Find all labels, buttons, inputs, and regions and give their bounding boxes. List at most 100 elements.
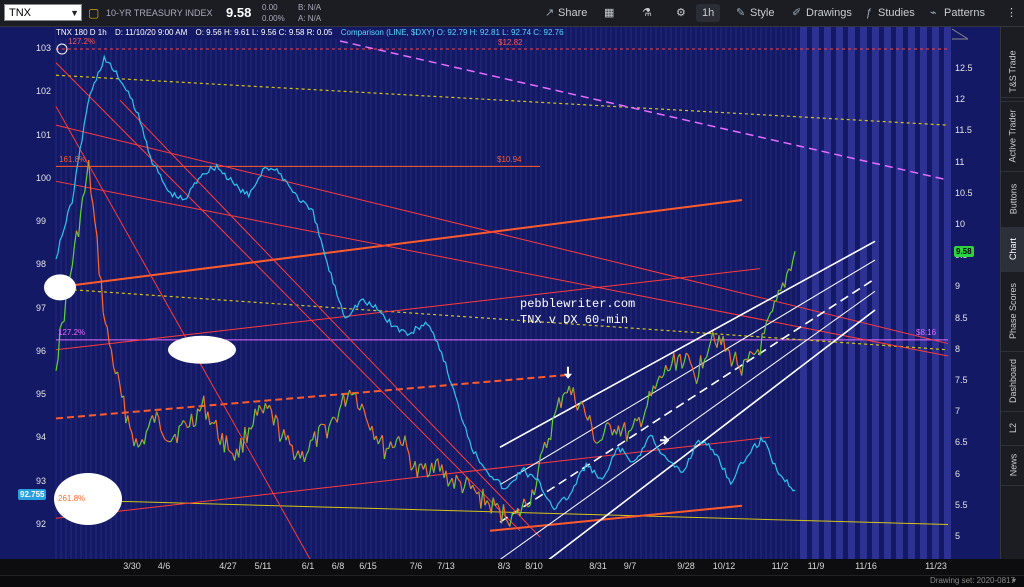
tnx-segment xyxy=(772,301,774,311)
grid-icon[interactable]: ▦ xyxy=(604,0,614,26)
style-button[interactable]: Style xyxy=(750,0,774,26)
x-tick-label: 4/27 xyxy=(219,561,237,571)
future-space-band xyxy=(884,27,891,559)
tnx-segment xyxy=(458,479,460,481)
tnx-segment xyxy=(327,427,329,439)
time-axis: 3/304/64/275/116/16/86/157/67/138/38/108… xyxy=(0,559,1000,575)
tnx-segment xyxy=(608,423,610,426)
tnx-segment xyxy=(389,442,391,449)
studies-icon[interactable]: ƒ xyxy=(866,0,872,26)
more-icon[interactable]: ⋮ xyxy=(1006,0,1017,26)
patterns-button[interactable]: Patterns xyxy=(944,0,985,26)
tnx-segment xyxy=(187,427,189,428)
tnx-segment xyxy=(159,417,161,430)
left-y-tick-label: 95 xyxy=(36,389,46,399)
x-tick-label: 4/6 xyxy=(158,561,171,571)
link-icon[interactable]: ▢ xyxy=(88,0,99,26)
right-y-tick-label: 7 xyxy=(955,406,960,416)
comparison-price-badge: 92.755 xyxy=(18,489,46,500)
tnx-segment xyxy=(79,213,81,237)
tnx-segment xyxy=(157,412,159,417)
tnx-segment xyxy=(563,393,565,396)
tab-phase-scores[interactable]: Phase Scores xyxy=(1001,271,1024,352)
x-tick-label: 8/10 xyxy=(525,561,543,571)
tnx-segment xyxy=(163,435,165,440)
future-space-band xyxy=(800,27,807,559)
tnx-segment xyxy=(643,411,645,419)
tnx-segment xyxy=(257,405,259,416)
tnx-segment xyxy=(222,433,224,452)
tnx-segment xyxy=(428,474,430,477)
drawings-button[interactable]: Drawings xyxy=(806,0,852,26)
left-y-tick-label: 100 xyxy=(36,173,51,183)
future-space-band xyxy=(812,27,819,559)
left-y-tick-label: 102 xyxy=(36,86,51,96)
tab-level-2[interactable]: L2 xyxy=(1001,411,1024,446)
tnx-segment xyxy=(298,451,300,459)
tnx-segment xyxy=(376,436,378,444)
tnx-segment xyxy=(239,438,241,457)
net-change: 0.00 xyxy=(262,2,278,13)
highlight-ellipse xyxy=(44,274,76,300)
tnx-segment xyxy=(278,419,280,441)
x-tick-label: 3/30 xyxy=(123,561,141,571)
tnx-segment xyxy=(97,237,99,275)
current-price-badge: 9.58 xyxy=(954,246,974,257)
chevron-down-icon[interactable]: ▾ xyxy=(1012,576,1016,585)
interval-button[interactable]: 1h xyxy=(696,4,720,22)
status-bar: Drawing set: 2020-0817 ▾ xyxy=(0,575,1024,587)
style-icon[interactable]: ✎ xyxy=(736,0,745,26)
x-tick-label: 6/8 xyxy=(332,561,345,571)
studies-button[interactable]: Studies xyxy=(878,0,915,26)
tab-active-trader[interactable]: Active Trader xyxy=(1001,101,1024,172)
tnx-segment xyxy=(343,393,345,406)
tnx-segment xyxy=(504,504,506,518)
tnx-segment xyxy=(272,411,274,426)
drawings-icon[interactable]: ✐ xyxy=(792,0,801,26)
flask-icon[interactable]: ⚗ xyxy=(642,0,652,26)
tnx-segment xyxy=(146,428,148,432)
future-space-band xyxy=(860,27,867,559)
future-space-band xyxy=(836,27,843,559)
tnx-segment xyxy=(138,445,140,448)
tnx-segment xyxy=(302,451,304,462)
price-chart[interactable]: TNX 180 D 1h D: 11/10/20 9:00 AM O: 9.56… xyxy=(0,27,1000,559)
tnx-segment xyxy=(378,439,380,444)
share-button[interactable]: Share xyxy=(558,0,587,26)
tab-buttons[interactable]: Buttons xyxy=(1001,171,1024,228)
tnx-segment xyxy=(487,501,489,505)
tnx-segment xyxy=(473,485,475,490)
share-icon[interactable]: ↗ xyxy=(545,0,554,26)
x-tick-label: 9/7 xyxy=(624,561,637,571)
tnx-segment xyxy=(713,332,715,343)
bar-date: D: 11/10/20 9:00 AM xyxy=(115,28,187,37)
x-tick-label: 11/2 xyxy=(772,561,789,571)
settings-icon[interactable]: ⚙ xyxy=(676,0,686,26)
symbol-input[interactable]: TNX ▼ xyxy=(4,4,82,21)
tnx-segment xyxy=(651,386,653,397)
tnx-segment xyxy=(288,435,290,445)
tnx-segment xyxy=(592,426,594,440)
right-y-tick-label: 5 xyxy=(955,531,960,541)
tnx-segment xyxy=(768,313,770,318)
left-y-tick-label: 101 xyxy=(36,130,51,140)
ask-value: A: N/A xyxy=(298,13,321,24)
last-price: 9.58 xyxy=(226,0,251,26)
x-tick-label: 11/23 xyxy=(925,561,947,571)
tnx-segment xyxy=(688,355,690,362)
tab-chart[interactable]: Chart xyxy=(1001,227,1024,272)
right-y-tick-label: 11 xyxy=(955,157,964,167)
tnx-segment xyxy=(662,375,664,378)
patterns-icon[interactable]: ⌁ xyxy=(930,0,937,26)
tnx-segment xyxy=(103,313,105,323)
tnx-segment xyxy=(306,451,308,455)
tab-time-and-sales[interactable]: T&S xyxy=(1001,67,1024,102)
tnx-segment xyxy=(647,391,649,406)
chevron-down-icon[interactable]: ▼ xyxy=(70,5,79,22)
tnx-segment xyxy=(83,192,85,197)
tab-news[interactable]: News xyxy=(1001,445,1024,486)
tnx-segment xyxy=(664,365,666,375)
tab-dashboard[interactable]: Dashboard xyxy=(1001,351,1024,412)
tnx-segment xyxy=(93,204,95,223)
tnx-segment xyxy=(434,461,436,473)
